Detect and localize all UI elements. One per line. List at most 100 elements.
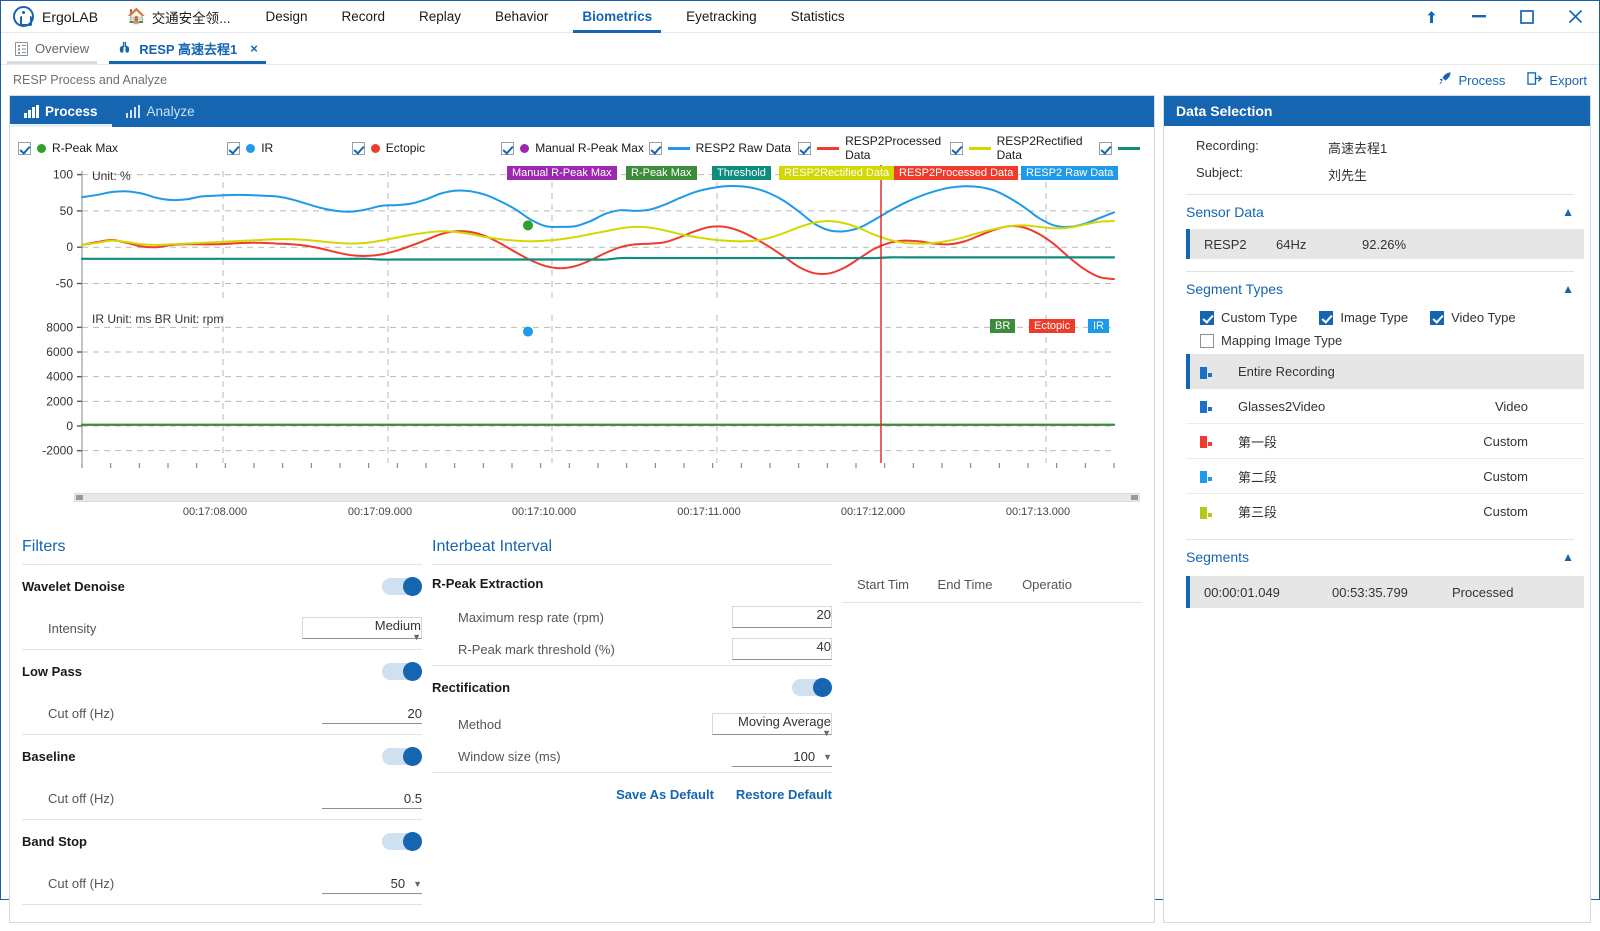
minimize-icon[interactable]	[1455, 1, 1503, 33]
svg-text:-50: -50	[56, 276, 74, 290]
tab-resp[interactable]: RESP 高速去程1 ×	[103, 33, 272, 64]
checkbox-icon[interactable]	[798, 141, 812, 155]
filters-title: Filters	[22, 538, 66, 555]
data-selection-panel: Data Selection Recording: 高速去程1 Subject:…	[1163, 95, 1591, 923]
main-body: Process Analyze R-Peak Max IR Ectopic Ma…	[1, 95, 1599, 931]
menu-item-statistics[interactable]: Statistics	[774, 1, 862, 33]
baseline-toggle[interactable]	[382, 746, 422, 766]
sensor-data-section-header[interactable]: Sensor Data ▲	[1164, 195, 1590, 229]
export-button[interactable]: Export	[1527, 71, 1587, 89]
home-icon: 🏠	[127, 8, 146, 25]
default-actions: Save As Default Restore Default	[432, 773, 832, 802]
chart-tag-ectopic: Ectopic	[1029, 319, 1076, 333]
chart-horizontal-scrollbar[interactable]	[74, 493, 1140, 502]
sensor-rate: 64Hz	[1276, 236, 1307, 252]
segment-types-section-header[interactable]: Segment Types ▲	[1164, 272, 1590, 306]
tab-analyze[interactable]: Analyze	[112, 96, 209, 127]
menu-item-record[interactable]: Record	[324, 1, 402, 33]
ergolab-logo-icon	[13, 6, 34, 27]
segments-row[interactable]: 00:00:01.049 00:53:35.799 Processed	[1186, 576, 1584, 608]
checkbox-icon	[1200, 310, 1214, 325]
project-home-item[interactable]: 🏠 交通安全领...	[127, 7, 230, 27]
sensor-row-resp2[interactable]: RESP2 64Hz 92.26%	[1186, 229, 1584, 259]
segment-icon	[1200, 399, 1220, 413]
checkbox-icon[interactable]	[648, 141, 662, 155]
legend-item-threshold[interactable]	[1099, 141, 1146, 155]
checkbox-icon[interactable]	[351, 141, 365, 155]
intensity-select[interactable]: Medium ▼	[302, 617, 422, 642]
filter-field-bandstop-cutoff: Cut off (Hz) 50 ▼	[22, 862, 422, 904]
tab-overview[interactable]: Overview	[1, 33, 103, 64]
pin-icon[interactable]	[1407, 1, 1455, 33]
segment-name: 第三段	[1238, 505, 1278, 520]
checkbox-image-type[interactable]: Image Type	[1319, 310, 1408, 325]
max-resp-rate-input[interactable]: 20	[732, 606, 832, 628]
band-stop-toggle[interactable]	[382, 831, 422, 851]
sub-header: RESP Process and Analyze Process Export	[1, 65, 1599, 95]
rocket-icon	[1437, 71, 1452, 89]
menu-item-biometrics[interactable]: Biometrics	[565, 1, 669, 33]
segments-section-header[interactable]: Segments ▲	[1164, 540, 1590, 574]
checkbox-video-type[interactable]: Video Type	[1430, 310, 1516, 325]
checkbox-icon[interactable]	[501, 141, 515, 155]
rpeak-mark-threshold-value: 40	[816, 639, 831, 654]
checkbox-icon[interactable]	[18, 141, 31, 155]
low-pass-toggle[interactable]	[382, 661, 422, 681]
legend-item-resp2-rectified-data[interactable]: RESP2Rectified Data	[949, 134, 1099, 162]
menu-item-replay[interactable]: Replay	[402, 1, 478, 33]
tab-process[interactable]: Process	[10, 96, 112, 127]
wavelet-denoise-toggle[interactable]	[382, 576, 422, 596]
legend-item-manual-r-peak-max[interactable]: Manual R-Peak Max	[501, 141, 648, 155]
menu-item-behavior[interactable]: Behavior	[478, 1, 565, 33]
checkbox-icon[interactable]	[1099, 141, 1113, 155]
menu-item-design[interactable]: Design	[248, 1, 324, 33]
list-item-glasses2video[interactable]: Glasses2Video Video	[1186, 389, 1584, 424]
export-button-label: Export	[1549, 72, 1587, 88]
menu-item-eyetracking[interactable]: Eyetracking	[669, 1, 774, 33]
chevron-up-icon[interactable]: ▲	[1562, 282, 1574, 296]
legend-item-resp2-processed-data[interactable]: RESP2Processed Data	[798, 134, 949, 162]
legend-item-r-peak-max[interactable]: R-Peak Max	[18, 141, 227, 155]
subject-label: Subject:	[1196, 165, 1243, 180]
filter-field-intensity: Intensity Medium ▼	[22, 607, 422, 649]
subject-value: 刘先生	[1328, 168, 1368, 183]
title-bar: ErgoLAB 🏠 交通安全领... Design Record Replay …	[1, 1, 1599, 33]
legend-item-ectopic[interactable]: Ectopic	[351, 141, 501, 155]
restore-default-link[interactable]: Restore Default	[736, 787, 832, 802]
save-as-default-link[interactable]: Save As Default	[616, 787, 714, 802]
checkbox-label: Image Type	[1340, 310, 1409, 325]
legend-label: R-Peak Max	[52, 141, 119, 155]
chevron-up-icon[interactable]: ▲	[1562, 550, 1574, 564]
maximize-icon[interactable]	[1503, 1, 1551, 33]
legend-item-ir[interactable]: IR	[227, 141, 352, 155]
checkbox-mapping-image-type[interactable]: Mapping Image Type	[1200, 333, 1342, 348]
checkbox-icon[interactable]	[949, 141, 963, 155]
segment-icon	[1200, 505, 1220, 519]
filters-panel: Filters Wavelet Denoise Intensity Medium…	[22, 538, 422, 922]
segment-name: Glasses2Video	[1238, 398, 1326, 414]
legend-item-resp2-raw-data[interactable]: RESP2 Raw Data	[648, 141, 798, 155]
list-item-segment-3[interactable]: 第三段 Custom	[1186, 494, 1584, 529]
signal-chart[interactable]: 100 50 0 -50 8000 6000 4000 2000 0 -2000 Unit: % IR…	[18, 163, 1146, 493]
list-item-segment-2[interactable]: 第二段 Custom	[1186, 459, 1584, 494]
checkbox-icon[interactable]	[227, 141, 241, 155]
close-icon[interactable]: ×	[250, 41, 258, 56]
close-icon[interactable]	[1551, 1, 1599, 33]
series-color-dot	[37, 143, 46, 153]
method-select[interactable]: Moving Average ▼	[712, 713, 832, 738]
list-item-segment-1[interactable]: 第一段 Custom	[1186, 424, 1584, 459]
window-size-select[interactable]: 100 ▼	[732, 745, 832, 767]
checkbox-custom-type[interactable]: Custom Type	[1200, 310, 1297, 325]
low-pass-cutoff-input[interactable]: 20	[322, 702, 422, 724]
process-button[interactable]: Process	[1437, 71, 1505, 89]
series-color-dot	[370, 143, 380, 153]
main-menu: Design Record Replay Behavior Biometrics…	[248, 1, 861, 33]
baseline-cutoff-input[interactable]: 0.5	[322, 787, 422, 809]
band-stop-cutoff-select[interactable]: 50 ▼	[322, 872, 422, 894]
filter-field-lowpass-cutoff: Cut off (Hz) 20	[22, 692, 422, 734]
list-item-entire-recording[interactable]: Entire Recording	[1186, 354, 1584, 389]
chart-canvas[interactable]: 100 50 0 -50 8000 6000 4000 2000 0 -2000 Unit: % IR…	[18, 163, 1138, 483]
rpeak-mark-threshold-input[interactable]: 40	[732, 638, 832, 660]
rectification-toggle[interactable]	[792, 677, 832, 697]
chevron-up-icon[interactable]: ▲	[1562, 205, 1574, 219]
